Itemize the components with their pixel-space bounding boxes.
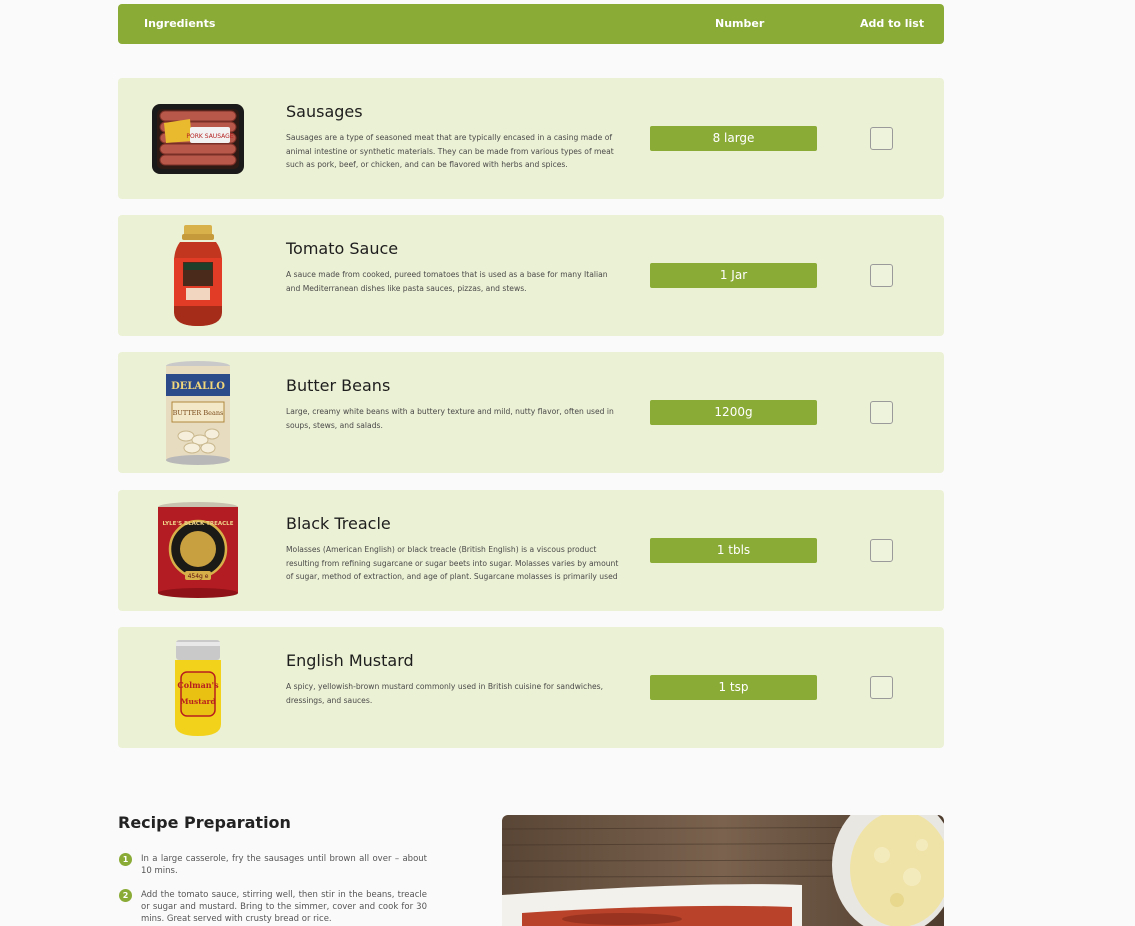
ingredient-name: Sausages [286,102,363,121]
treacle-weight: 454g e [188,573,209,580]
add-to-list-checkbox[interactable] [870,676,893,699]
bean-can-variety: BUTTER Beans [173,409,224,417]
ingredient-row-butter-beans: DELALLO BUTTER Beans Butter Beans Large,… [118,352,944,473]
ingredient-row-tomato-sauce: Tomato Sauce A sauce made from cooked, p… [118,215,944,336]
ingredient-quantity: 1200g [650,400,817,425]
dish-photo [502,815,944,926]
mustard-variety: Mustard [180,697,216,706]
ingredients-table-header: Ingredients Number Add to list [118,4,944,44]
treacle-brand: LYLE'S BLACK TREACLE [163,521,234,527]
ingredient-description: Sausages are a type of seasoned meat tha… [286,133,614,169]
ingredient-row-black-treacle: LYLE'S BLACK TREACLE 454g e Black Treacl… [118,490,944,611]
ingredient-row-sausages: PORK SAUSAGE Sausages Sausages are a typ… [118,78,944,199]
bean-can-icon: DELALLO BUTTER Beans [148,360,248,465]
ingredient-quantity: 1 Jar [650,263,817,288]
treacle-tin-icon: LYLE'S BLACK TREACLE 454g e [148,498,248,603]
mustard-brand: Colman's [177,680,219,690]
add-to-list-checkbox[interactable] [870,401,893,424]
ingredient-name: Tomato Sauce [286,239,399,258]
sausage-pack-icon: PORK SAUSAGE [148,86,248,191]
ingredient-name: Butter Beans [286,376,391,395]
ingredient-quantity: 1 tsp [650,675,817,700]
header-ingredients: Ingredients [144,17,216,30]
sausage-pack-label: PORK SAUSAGE [186,133,233,140]
bean-can-brand: DELALLO [171,381,225,392]
step-text: Add the tomato sauce, stirring well, the… [141,890,427,924]
recipe-preparation-title: Recipe Preparation [118,813,291,832]
header-number: Number [715,17,765,30]
ingredient-description: A sauce made from cooked, pureed tomatoe… [286,270,608,293]
ingredient-name: Black Treacle [286,514,391,533]
ingredient-name: English Mustard [286,651,414,670]
ingredient-description: Large, creamy white beans with a buttery… [286,407,614,430]
ingredient-description: Molasses (American English) or black tre… [286,545,619,581]
ingredient-description: A spicy, yellowish-brown mustard commonl… [286,682,604,705]
ingredient-quantity: 1 tbls [650,538,817,563]
step-text: In a large casserole, fry the sausages u… [141,854,427,876]
add-to-list-checkbox[interactable] [870,264,893,287]
sauce-jar-icon [148,223,248,328]
step-number-badge: 2 [119,889,132,902]
mustard-jar-icon: Colman's Mustard [148,635,248,740]
header-add-to-list: Add to list [860,17,925,30]
add-to-list-checkbox[interactable] [870,539,893,562]
ingredient-quantity: 8 large [650,126,817,151]
ingredient-row-english-mustard: Colman's Mustard English Mustard A spicy… [118,627,944,748]
step-number-badge: 1 [119,853,132,866]
add-to-list-checkbox[interactable] [870,127,893,150]
